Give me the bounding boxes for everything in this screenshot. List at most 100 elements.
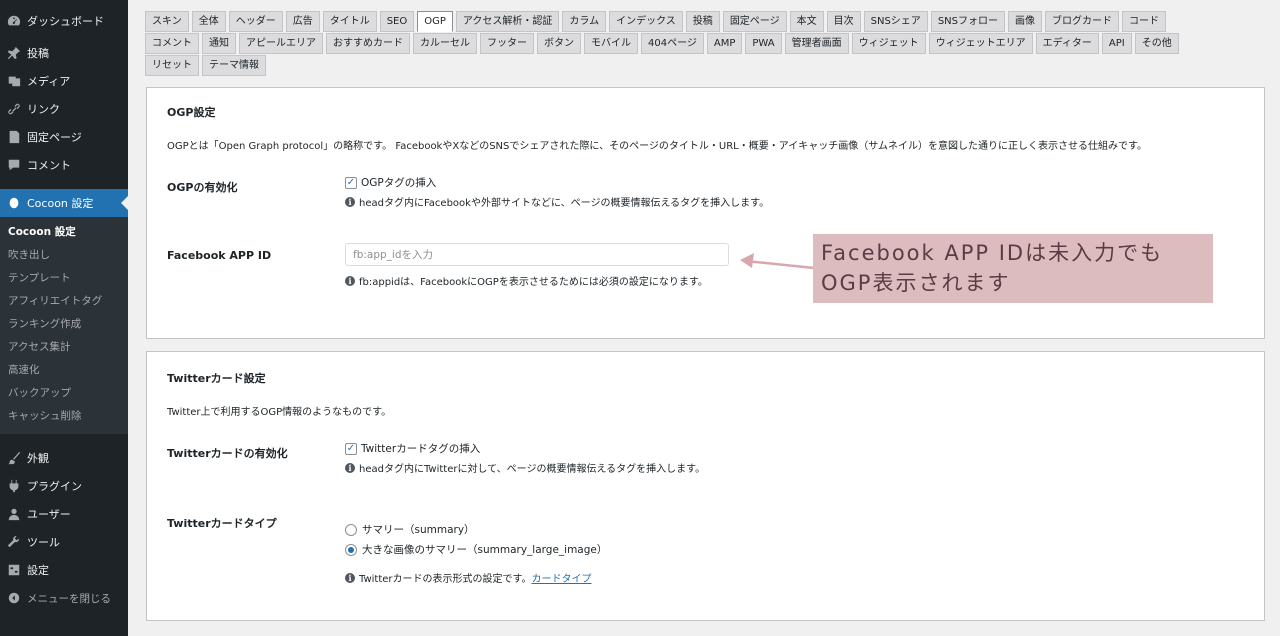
sidebar-item-comments[interactable]: コメント <box>0 151 128 179</box>
radio-summary-large-image-label: 大きな画像のサマリー（summary_large_image） <box>362 544 608 556</box>
sidebar-item-media[interactable]: メディア <box>0 67 128 95</box>
current-menu-arrow <box>121 196 128 210</box>
comment-icon <box>7 158 21 172</box>
twitter-enable-checkbox-label: Twitterカードタグの挿入 <box>361 443 481 455</box>
brush-icon <box>7 451 21 465</box>
link-icon <box>7 102 21 116</box>
facebook-app-id-label: Facebook APP ID <box>167 249 272 262</box>
tab-0-12[interactable]: 本文 <box>789 11 824 32</box>
tab-0-9[interactable]: インデックス <box>609 11 683 32</box>
submenu-item-template[interactable]: テンプレート <box>0 267 128 290</box>
tab-1-6[interactable]: ボタン <box>537 33 581 54</box>
tab-0-2[interactable]: ヘッダー <box>228 11 283 32</box>
tab-1-3[interactable]: おすすめカード <box>326 33 410 54</box>
radio-summary-large-image[interactable] <box>345 543 357 556</box>
pin-icon <box>7 46 21 60</box>
tab-1-2[interactable]: アピールエリア <box>239 33 323 54</box>
submenu-item-ranking[interactable]: ランキング作成 <box>0 313 128 336</box>
sidebar-item-appearance[interactable]: 外観 <box>0 444 128 472</box>
tab-1-12[interactable]: ウィジェット <box>851 33 926 54</box>
tab-1-8[interactable]: 404ページ <box>641 33 704 54</box>
sidebar-item-label: ツール <box>27 536 60 549</box>
submenu-item-cocoon-settings[interactable]: Cocoon 設定 <box>0 221 128 244</box>
ogp-enable-checkbox-label: OGPタグの挿入 <box>361 177 437 189</box>
sidebar-item-posts[interactable]: 投稿 <box>0 39 128 67</box>
tab-1-10[interactable]: PWA <box>745 33 782 54</box>
twitter-enable-checkbox[interactable]: ✓ <box>345 442 357 455</box>
sidebar-item-pages[interactable]: 固定ページ <box>0 123 128 151</box>
tab-2-0[interactable]: リセット <box>145 55 199 76</box>
tab-1-0[interactable]: コメント <box>145 33 199 54</box>
sidebar-item-label: プラグイン <box>27 480 82 493</box>
tab-0-1[interactable]: 全体 <box>191 11 226 32</box>
tab-1-1[interactable]: 通知 <box>202 33 236 54</box>
tab-1-13[interactable]: ウィジェットエリア <box>928 33 1033 54</box>
twitter-card-type-help: i Twitterカードの表示形式の設定です。 カードタイプ <box>345 570 592 585</box>
tab-row: コメント 通知 アピールエリア おすすめカード カルーセル フッター ボタン モバイル 404ペ… <box>145 33 1250 55</box>
tab-1-16[interactable]: その他 <box>1134 33 1179 54</box>
submenu-item-speedup[interactable]: 高速化 <box>0 359 128 382</box>
tab-0-6[interactable]: OGP <box>417 11 453 32</box>
submenu-item-affiliate-tag[interactable]: アフィリエイトタグ <box>0 290 128 313</box>
sidebar-item-dashboard[interactable]: ダッシュボード <box>0 7 128 35</box>
tab-0-17[interactable]: ブログカード <box>1045 11 1119 32</box>
submenu-item-balloon[interactable]: 吹き出し <box>0 244 128 267</box>
tab-0-3[interactable]: 広告 <box>285 11 320 32</box>
tab-0-15[interactable]: SNSフォロー <box>930 11 1005 32</box>
twitter-card-type-option[interactable]: 大きな画像のサマリー（summary_large_image） <box>345 542 607 557</box>
tab-0-4[interactable]: タイトル <box>322 11 377 32</box>
sidebar-item-cocoon-settings[interactable]: Cocoon 設定 <box>0 189 128 217</box>
sidebar-item-settings[interactable]: 設定 <box>0 556 128 584</box>
sidebar-item-links[interactable]: リンク <box>0 95 128 123</box>
tab-0-16[interactable]: 画像 <box>1008 11 1042 32</box>
sidebar-item-users[interactable]: ユーザー <box>0 500 128 528</box>
media-icon <box>7 74 21 88</box>
tab-1-5[interactable]: フッター <box>480 33 534 54</box>
tab-0-7[interactable]: アクセス解析・認証 <box>455 11 560 32</box>
submenu-item-access-stats[interactable]: アクセス集計 <box>0 336 128 359</box>
sidebar-item-label: ダッシュボード <box>27 15 104 28</box>
tab-2-1[interactable]: テーマ情報 <box>202 55 266 76</box>
tab-0-13[interactable]: 目次 <box>826 11 861 32</box>
facebook-app-id-input[interactable] <box>345 243 729 266</box>
facebook-app-id-help-text: fb:appidは、FacebookにOGPを表示させるためには必須の設定になり… <box>359 277 708 288</box>
tab-0-5[interactable]: SEO <box>379 11 415 32</box>
ogp-enable-checkbox-row[interactable]: ✓ OGPタグの挿入 <box>345 175 436 190</box>
tab-1-7[interactable]: モバイル <box>584 33 638 54</box>
facebook-app-id-help: i fb:appidは、FacebookにOGPを表示させるためには必須の設定に… <box>345 273 708 288</box>
tab-row: リセット テーマ情報 <box>145 55 1250 77</box>
tab-0-10[interactable]: 投稿 <box>685 11 720 32</box>
sidebar-item-tools[interactable]: ツール <box>0 528 128 556</box>
tab-1-9[interactable]: AMP <box>706 33 743 54</box>
ogp-enable-checkbox[interactable]: ✓ <box>345 176 357 189</box>
twitter-card-type-option[interactable]: サマリー（summary） <box>345 522 475 537</box>
ogp-enable-label: OGPの有効化 <box>167 181 238 194</box>
twitter-enable-help: i headタグ内にTwitterに対して、ページの概要情報伝えるタグを挿入しま… <box>345 460 705 475</box>
tab-0-8[interactable]: カラム <box>562 11 607 32</box>
tab-1-11[interactable]: 管理者画面 <box>784 33 849 54</box>
sidebar-item-plugins[interactable]: プラグイン <box>0 472 128 500</box>
twitter-enable-checkbox-row[interactable]: ✓ Twitterカードタグの挿入 <box>345 441 480 456</box>
tab-1-4[interactable]: カルーセル <box>413 33 477 54</box>
sidebar-item-label: Cocoon 設定 <box>27 197 94 210</box>
twitter-section-title: Twitterカード設定 <box>167 372 266 385</box>
card-type-link[interactable]: カードタイプ <box>532 570 592 585</box>
tab-0-0[interactable]: スキン <box>145 11 189 32</box>
tab-1-14[interactable]: エディター <box>1035 33 1099 54</box>
admin-sidebar: ダッシュボード 投稿 メディア リンク 固定ページ コメント Cocoon 設定… <box>0 0 128 636</box>
ogp-enable-help-text: headタグ内にFacebookや外部サイトなどに、ページの概要情報伝えるタグを… <box>359 198 770 209</box>
tab-1-15[interactable]: API <box>1101 33 1132 54</box>
settings-icon <box>7 563 21 577</box>
collapse-menu-button[interactable]: メニューを閉じる <box>0 584 128 612</box>
user-icon <box>7 507 21 521</box>
radio-summary[interactable] <box>345 523 357 536</box>
twitter-description: Twitter上で利用するOGP情報のようなものです。 <box>167 407 392 418</box>
submenu-item-backup[interactable]: バックアップ <box>0 382 128 405</box>
tab-0-14[interactable]: SNSシェア <box>863 11 928 32</box>
tab-0-18[interactable]: コード <box>1122 11 1166 32</box>
cocoon-submenu: Cocoon 設定 吹き出し テンプレート アフィリエイトタグ ランキング作成 … <box>0 217 128 434</box>
submenu-item-cache-clear[interactable]: キャッシュ削除 <box>0 405 128 428</box>
annotation-line-2: OGP表示されます <box>821 271 1011 295</box>
tab-0-11[interactable]: 固定ページ <box>722 11 787 32</box>
collapse-menu-label: メニューを閉じる <box>27 592 111 605</box>
